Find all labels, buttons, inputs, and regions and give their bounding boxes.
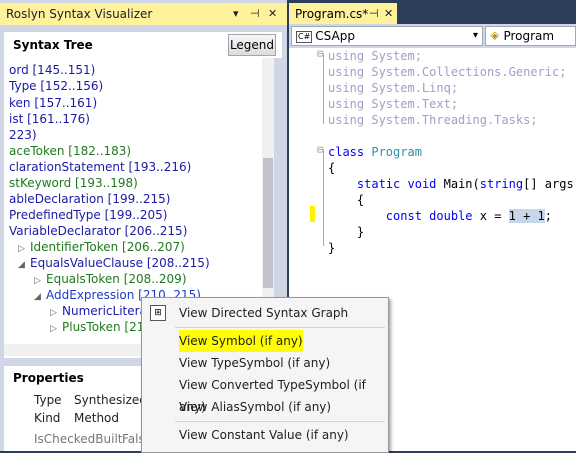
tree-item[interactable]: ▷ PlusToken [21 [50, 319, 144, 335]
keyword: class [328, 145, 365, 159]
context-menu: ⊞ View Directed Syntax Graph View Symbol… [141, 297, 389, 453]
dropdown-icon[interactable]: ▾ [233, 7, 239, 20]
project-dropdown-value: CSApp [315, 29, 355, 43]
collapse-icon[interactable]: ⊟ [317, 143, 324, 156]
close-icon[interactable]: ✕ [268, 7, 277, 20]
menu-item-view-symbol[interactable]: View Symbol (if any) [142, 330, 388, 352]
tree-item[interactable]: 223) [9, 127, 37, 143]
document-tab-title: Program.cs* [295, 7, 369, 21]
code-line: class Program [328, 144, 422, 160]
project-dropdown[interactable]: C# CSApp ▾ [291, 26, 483, 46]
syntax-tree-header: Syntax Tree Legend [4, 32, 282, 58]
tree-item[interactable]: ableDeclaration [199..215) [9, 191, 170, 207]
chevron-down-icon: ▾ [472, 30, 478, 41]
property-value: Method [74, 411, 120, 425]
tree-item[interactable]: stKeyword [193..198) [9, 175, 138, 191]
legend-button[interactable]: Legend [228, 34, 276, 56]
type-dropdown[interactable]: 🞛 Program [485, 26, 576, 46]
keyword: double [429, 209, 473, 223]
code-line: using System.Threading.Tasks; [328, 113, 538, 127]
menu-item-label: View AliasSymbol (if any) [179, 400, 332, 414]
property-key: Kind [34, 411, 61, 425]
menu-item-view-converted-typesymbol[interactable]: View Converted TypeSymbol (if any) [142, 374, 388, 414]
collapse-icon[interactable]: ⊟ [317, 48, 324, 60]
tree-item[interactable]: ken [157..161) [9, 95, 97, 111]
syntax-tree-title: Syntax Tree [13, 38, 93, 52]
property-key: Type [34, 393, 62, 407]
tree-item[interactable]: ▷ EqualsToken [208..209) [34, 271, 187, 287]
menu-item-directed-syntax-graph[interactable]: View Directed Syntax Graph [142, 302, 388, 324]
code-line: using System.Text; [328, 97, 459, 111]
keyword: const [385, 209, 422, 223]
tree-item[interactable]: ▷ IdentifierToken [206..207) [18, 239, 185, 255]
class-icon: 🞛 [490, 29, 500, 43]
tree-item[interactable]: Type [152..156) [9, 78, 103, 94]
menu-item-view-constant-value[interactable]: View Constant Value (if any) [142, 424, 388, 446]
tree-item[interactable]: clarationStatement [193..216) [9, 159, 191, 175]
document-tab[interactable]: Program.cs* ⊣ ✕ [289, 3, 397, 24]
navigation-bar: C# CSApp ▾ 🞛 Program [289, 24, 576, 48]
tree-item-label: IdentifierToken [206..207) [30, 240, 185, 254]
tree-item[interactable]: ord [145..151) [9, 62, 95, 78]
code-line: static void Main(string[] args) [356, 177, 576, 191]
code-line: using System.Linq; [328, 81, 459, 95]
keyword: static [356, 177, 401, 191]
selected-expression[interactable]: 1 + 1 [508, 209, 545, 223]
menu-item-label: View Directed Syntax Graph [179, 306, 349, 320]
tree-item[interactable]: aceToken [182..183) [9, 143, 131, 159]
tree-item-label: NumericLitera [62, 304, 147, 318]
tree-item-label: EqualsValueClause [208..215) [30, 256, 210, 270]
csharp-project-icon: C# [296, 31, 313, 43]
tree-item[interactable]: VariableDeclarator [206..215) [9, 223, 187, 239]
menu-item-label: View Constant Value (if any) [179, 428, 349, 442]
menu-item-label: View TypeSymbol (if any) [179, 356, 331, 370]
code-line: using System; [328, 49, 422, 63]
tool-window-title-bar[interactable]: Roslyn Syntax Visualizer ▾ ⊣ ✕ [0, 3, 287, 25]
change-marker [310, 206, 315, 222]
collapse-arrow-icon[interactable]: ◢ [18, 257, 30, 273]
pin-icon[interactable]: ⊣ [369, 7, 379, 20]
tree-item[interactable]: ◢ EqualsValueClause [208..215) [18, 255, 210, 271]
menu-separator [175, 421, 385, 422]
type-dropdown-value: Program [503, 29, 555, 43]
properties-title: Properties [13, 371, 84, 385]
menu-item-view-typesymbol[interactable]: View TypeSymbol (if any) [142, 352, 388, 374]
code-line: { [328, 193, 365, 207]
collapse-arrow-icon[interactable]: ◢ [34, 289, 46, 305]
tree-item-label: PlusToken [21 [62, 320, 145, 334]
scrollbar-thumb[interactable] [263, 158, 273, 288]
close-icon[interactable]: ✕ [384, 7, 393, 20]
pin-icon[interactable]: ⊣ [250, 7, 260, 20]
outline-guide [323, 150, 324, 246]
tree-item[interactable]: ist [161..176) [9, 111, 90, 127]
tool-window-title: Roslyn Syntax Visualizer [6, 7, 153, 21]
code-line: using System.Collections.Generic; [328, 65, 567, 79]
code-line: } [328, 225, 365, 239]
tree-item-label: EqualsToken [208..209) [46, 272, 187, 286]
keyword: void [407, 177, 437, 191]
expand-arrow-icon[interactable]: ▷ [50, 321, 62, 337]
menu-separator [175, 327, 385, 328]
code-line: { [328, 161, 336, 175]
type-name: Program [371, 145, 422, 159]
code-line: } [328, 241, 336, 255]
menu-item-label: View Symbol (if any) [179, 330, 303, 352]
tree-item[interactable]: ▷ NumericLitera [50, 303, 147, 319]
outline-guide [323, 54, 324, 124]
code-line: const double x = 1 + 1; [385, 209, 552, 223]
property-key: IsCheckedBuilt [34, 432, 123, 446]
keyword: string [479, 177, 524, 191]
tree-item[interactable]: PredefinedType [199..205) [9, 207, 167, 223]
menu-item-view-aliassymbol[interactable]: View AliasSymbol (if any) [142, 396, 388, 418]
